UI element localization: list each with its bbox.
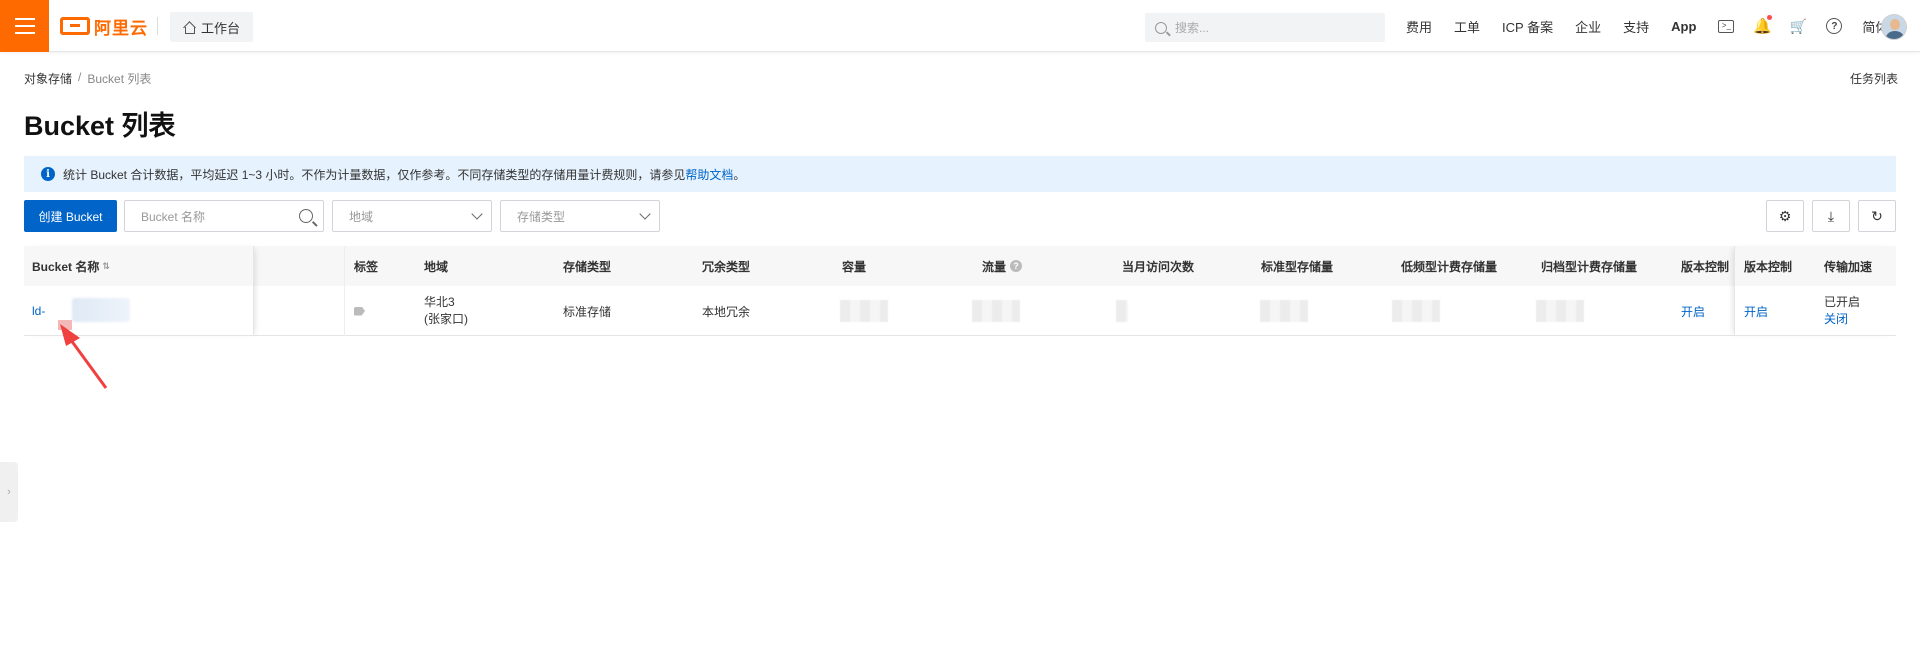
storage-type-placeholder: 存储类型	[517, 209, 566, 224]
settings-gear-button[interactable]: ⚙	[1766, 200, 1804, 232]
banner-text: 统计 Bucket 合计数据，平均延迟 1~3 小时。不作为计量数据，仅作参考。…	[63, 167, 686, 182]
region-select[interactable]: 地域	[332, 200, 492, 232]
breadcrumb-root[interactable]: 对象存储	[24, 70, 72, 87]
divider	[157, 17, 158, 35]
bucket-name-search-input[interactable]: Bucket 名称	[124, 200, 324, 232]
redacted-standard	[1260, 300, 1308, 322]
nav-enterprise[interactable]: 企业	[1575, 17, 1601, 36]
notification-dot	[1767, 15, 1773, 20]
download-icon: ⤓	[1827, 207, 1835, 224]
storage-type-select[interactable]: 存储类型	[500, 200, 660, 232]
versioning-link[interactable]: 开启	[1681, 286, 1705, 336]
redundancy-cell: 本地冗余	[702, 304, 751, 319]
col-header-ia: 低频型计费存储量	[1401, 259, 1498, 274]
logo-text: 阿里云	[94, 18, 148, 38]
terminal-icon[interactable]: >_	[1718, 19, 1735, 33]
refresh-icon: ↻	[1871, 207, 1883, 224]
nav-app[interactable]: App	[1671, 19, 1696, 34]
breadcrumb: 对象存储 / Bucket 列表	[24, 70, 151, 87]
table-row: ld- 华北3 (张家口) 标准存储 本地冗余 开启 开启 已开启 关闭	[24, 286, 1896, 336]
annotation-arrow-icon	[60, 324, 108, 389]
info-banner: i 统计 Bucket 合计数据，平均延迟 1~3 小时。不作为计量数据，仅作参…	[24, 156, 1896, 192]
create-bucket-button[interactable]: 创建 Bucket	[24, 200, 117, 232]
cart-icon[interactable]: 🛒	[1790, 18, 1807, 34]
redacted-visits	[1116, 300, 1128, 322]
help-doc-link[interactable]: 帮助文档	[685, 166, 733, 183]
question-icon[interactable]: ?	[1010, 260, 1023, 272]
workbench-label: 工作台	[200, 20, 240, 36]
col-header-tags: 标签	[354, 259, 379, 274]
banner-end: 。	[733, 167, 746, 182]
home-icon	[183, 22, 195, 34]
bucket-name-placeholder: Bucket 名称	[141, 209, 206, 224]
nav-tickets[interactable]: 工单	[1454, 17, 1480, 36]
aliyun-logo[interactable]: 阿里云	[60, 14, 148, 38]
user-avatar[interactable]	[1881, 14, 1907, 40]
search-icon[interactable]	[299, 209, 313, 223]
help-icon[interactable]: ?	[1826, 18, 1843, 34]
nav-icp[interactable]: ICP 备案	[1502, 17, 1553, 36]
redacted-capacity	[840, 300, 888, 322]
redacted-archive	[1536, 300, 1584, 322]
tag-icon[interactable]	[354, 306, 365, 316]
redacted-traffic	[972, 300, 1020, 322]
region-cell: 华北3 (张家口)	[424, 295, 468, 326]
tag-cell[interactable]	[354, 286, 365, 336]
global-search-input[interactable]: 搜索...	[1145, 13, 1385, 42]
table-header: Bucket 名称 ⇅ 标签 地域 存储类型 冗余类型 容量 流量? 当月访问次数…	[24, 246, 1896, 286]
side-panel-expand-handle[interactable]: ›	[0, 462, 18, 522]
col-header-versioning: 版本控制	[1681, 259, 1730, 274]
redacted-ia	[1392, 300, 1440, 322]
task-list-link[interactable]: 任务列表	[1850, 70, 1898, 87]
workbench-button[interactable]: 工作台	[170, 12, 253, 42]
column-divider	[344, 246, 345, 336]
bell-icon[interactable]: 🔔	[1753, 15, 1773, 35]
fixed-right-column-shadow	[1734, 246, 1896, 336]
logo-mark-icon	[60, 17, 90, 35]
col-header-archive: 归档型计费存储量	[1541, 259, 1638, 274]
search-placeholder: 搜索...	[1175, 21, 1210, 35]
breadcrumb-current: Bucket 列表	[87, 72, 152, 86]
col-header-visits: 当月访问次数	[1122, 259, 1195, 274]
chevron-right-icon: ›	[7, 486, 11, 498]
col-header-capacity: 容量	[842, 259, 867, 274]
gear-icon: ⚙	[1778, 207, 1792, 224]
col-header-redundancy: 冗余类型	[702, 259, 751, 274]
hamburger-menu-icon[interactable]	[0, 0, 49, 52]
chevron-down-icon	[471, 208, 483, 220]
col-header-traffic: 流量?	[982, 246, 1023, 286]
nav-support[interactable]: 支持	[1623, 17, 1649, 36]
breadcrumb-separator: /	[78, 70, 82, 84]
page-title: Bucket 列表	[24, 111, 176, 141]
download-button[interactable]: ⤓	[1812, 200, 1850, 232]
top-nav-links: 费用 工单 ICP 备案 企业 支持 App >_ 🔔 🛒 ? 简体	[1406, 0, 1910, 52]
region-placeholder: 地域	[349, 209, 374, 224]
col-header-standard: 标准型存储量	[1261, 259, 1334, 274]
refresh-button[interactable]: ↻	[1858, 200, 1896, 232]
top-navigation-bar: 阿里云 工作台 搜索... 费用 工单 ICP 备案 企业 支持 App >_ …	[0, 0, 1920, 52]
info-icon: i	[41, 167, 55, 181]
search-icon	[1155, 21, 1167, 34]
chevron-down-icon	[639, 208, 651, 220]
nav-billing[interactable]: 费用	[1406, 17, 1432, 36]
col-header-storage-type: 存储类型	[563, 259, 612, 274]
storage-type-cell: 标准存储	[563, 304, 612, 319]
col-header-region: 地域	[424, 259, 449, 274]
